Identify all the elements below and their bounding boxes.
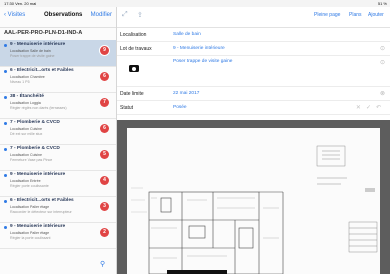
chevron-right-icon: ⊙ [379,46,385,52]
observation-number-badge: 9 [100,46,109,55]
localisation-label: Localisation [120,32,147,38]
observation-number-badge: 5 [100,150,109,159]
share-icon[interactable]: ⇪ [137,11,143,19]
date-row[interactable]: Date limite 22 mai 2017 ⊗ [117,87,390,101]
plans-button[interactable]: Plans [349,12,362,18]
observation-location: Localisation Palier étage [10,231,50,235]
close-icon[interactable]: ✕ [356,105,366,111]
observation-location: Localisation Chambre [10,75,45,79]
description-row[interactable]: Poser trappe de visite gaine ⊙ [117,56,390,87]
observations-navbar: ‹ Visites Observations Modifier [0,7,116,28]
observation-location: Localisation Cuisine [10,127,42,131]
observation-description: Raccorder le détecteur sur interrupteur [10,210,72,214]
observation-title: 7 - Plomberie & CVCD [10,120,60,125]
lot-label: Lot de travaux [120,46,152,52]
expand-icon[interactable]: ⤢ [122,11,128,19]
observation-item[interactable]: 9 - Menuiserie intérieure Localisation E… [0,170,116,197]
observation-number-badge: 4 [100,176,109,185]
observation-description: Fermeture Vase pas Pince [10,158,53,162]
battery-indicator: 51 % [377,1,387,6]
localisation-row[interactable]: Localisation Salle de bain [117,28,390,42]
unread-dot-icon [4,226,7,229]
observation-number-badge: 6 [100,72,109,81]
observation-title: 7 - Plomberie & CVCD [10,146,60,151]
observation-description: Régler la porte coulissant [10,236,51,240]
camera-icon[interactable] [129,65,139,72]
statut-label: Statut [120,105,134,111]
unread-dot-icon [4,148,7,151]
fullpage-button[interactable]: Pleine page [314,12,340,18]
floor-plan-drawing [127,128,380,275]
observation-number-badge: 6 [100,124,109,133]
localisation-value[interactable]: Salle de bain [173,32,201,37]
observation-title: 9 - Menuiserie intérieure [10,224,66,229]
lot-row[interactable]: Lot de travaux 9 - Menuiserie intérieure… [117,42,390,56]
observation-title: 6 - Electricit...orts et Faibles [10,198,74,203]
observation-location: Localisation Salle de bain [10,49,51,53]
back-button[interactable]: ‹ Visites [4,12,25,18]
observation-detail-pane: ⤢ ⇪ Pleine page Plans Ajouter Localisati… [117,7,390,275]
observation-location: Localisation Cuisine [10,153,42,157]
lot-value[interactable]: 9 - Menuiserie intérieure [173,46,225,51]
edit-button[interactable]: Modifier [91,12,112,18]
unread-dot-icon [4,70,7,73]
observation-title: 38 - Étanchéité [10,94,44,99]
unread-dot-icon [4,200,7,203]
observation-number-badge: 2 [100,228,109,237]
back-label: Visites [7,12,26,18]
observation-description: Dé ext sur mille stux [10,132,43,136]
plan-viewer[interactable] [117,120,390,275]
info-icon[interactable]: ⊙ [380,59,385,66]
observation-description: Régler porte coulissante [10,184,49,188]
observation-location: Localisation Entrée [10,179,41,183]
observation-title: 6 - Electricit...orts et Faibles [10,68,74,73]
observation-item[interactable]: 6 - Electricit...orts et Faibles Localis… [0,66,116,93]
observation-item[interactable]: 7 - Plomberie & CVCD Localisation Cuisin… [0,144,116,171]
plan-page [127,128,380,275]
observation-description: Poser trappe de visite gaine [10,54,55,58]
unread-dot-icon [4,44,7,47]
statut-value[interactable]: Posée [173,105,187,110]
unread-dot-icon [4,122,7,125]
observation-description: Régler réglés non darés (terrasses) [10,106,67,110]
clear-icon[interactable]: ⊗ [380,90,385,97]
observation-description: Niveau 1 P5 [10,80,30,84]
observation-item[interactable]: 6 - Electricit...orts et Faibles Localis… [0,196,116,223]
observation-title: 9 - Menuiserie intérieure [10,42,66,47]
date-value[interactable]: 22 mai 2017 [173,91,199,96]
search-icon[interactable]: ⚲ [100,260,105,268]
unread-dot-icon [4,96,7,99]
unread-dot-icon [4,174,7,177]
observation-title: 9 - Menuiserie intérieure [10,172,66,177]
observation-location: Localisation Palier étage [10,205,50,209]
check-icon[interactable]: ✓ [366,105,376,111]
date-label: Date limite [120,91,144,97]
status-time: 17:30 Ven. 20 mai [4,1,37,6]
statut-row[interactable]: Statut Posée ✕✓↶ [117,101,390,115]
description-text[interactable]: Poser trappe de visite gaine [173,59,232,64]
document-title: AAL-PER-PRO-PLN-D1-IND-A [4,30,83,36]
observation-item[interactable]: 38 - Étanchéité Localisation Loggia Régl… [0,92,116,119]
statut-actions: ✕✓↶ [356,104,386,111]
add-button[interactable]: Ajouter [368,12,384,18]
observation-number-badge: 7 [100,98,109,107]
detail-toolbar: ⤢ ⇪ Pleine page Plans Ajouter [117,7,390,28]
status-bar: 17:30 Ven. 20 mai 51 % [0,0,390,7]
observation-item[interactable]: 7 - Plomberie & CVCD Localisation Cuisin… [0,118,116,145]
observation-item[interactable]: 9 - Menuiserie intérieure Localisation S… [0,40,116,67]
observations-pane: ‹ Visites Observations Modifier AAL-PER-… [0,7,117,274]
observation-item[interactable]: 9 - Menuiserie intérieure Localisation P… [0,222,116,249]
observation-location: Localisation Loggia [10,101,41,105]
observations-title: Observations [44,12,83,18]
undo-icon[interactable]: ↶ [376,105,386,111]
observation-number-badge: 3 [100,202,109,211]
